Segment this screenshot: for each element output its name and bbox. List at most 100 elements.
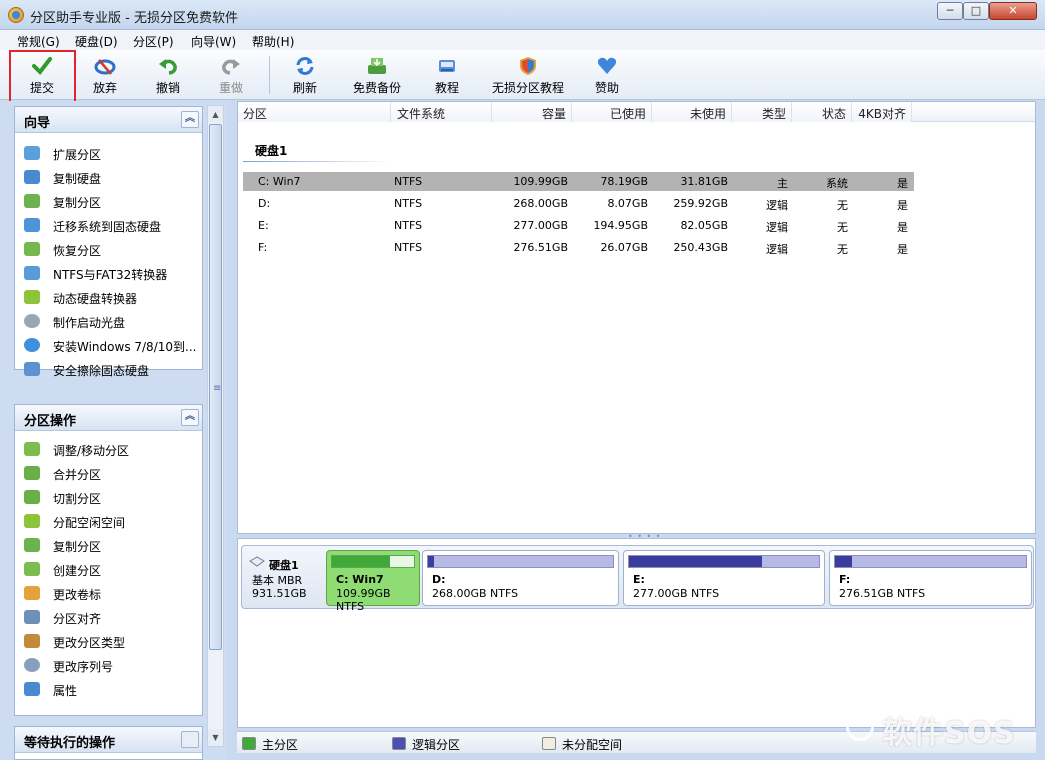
undo-button[interactable]: 撤销	[141, 50, 195, 100]
heart-icon	[597, 57, 617, 74]
usage-bar-c	[331, 555, 415, 568]
disk-group-title: 硬盘1	[255, 144, 288, 158]
wizard-title: 向导	[24, 116, 51, 131]
wizard-header: 向导 ︽	[15, 107, 202, 133]
lossless-tutorial-button[interactable]: 无损分区教程	[486, 50, 570, 100]
col-filesystem[interactable]: 文件系统	[391, 102, 492, 122]
redo-button[interactable]: 重做	[204, 50, 258, 100]
menu-wizard[interactable]: 向导(W)	[191, 33, 236, 50]
resize-icon	[24, 442, 40, 456]
menu-help[interactable]: 帮助(H)	[252, 33, 294, 50]
shield-icon	[520, 57, 536, 75]
collapse-wizard-button[interactable]: ︽	[181, 111, 199, 128]
tutorial-button[interactable]: 教程	[420, 50, 474, 100]
partition-ops-group: 分区操作 ︽ 调整/移动分区 合并分区 切割分区 分配空闲空间 复制分区 创建分…	[14, 404, 203, 716]
lossless-tutorial-label: 无损分区教程	[491, 81, 564, 95]
backup-label: 免费备份	[352, 81, 401, 95]
usage-fill-f	[835, 556, 853, 567]
discard-button[interactable]: 放弃	[78, 50, 132, 100]
undo-label: 撤销	[155, 81, 180, 95]
usage-bar-e	[628, 555, 820, 568]
properties-icon	[24, 682, 40, 696]
left-scrollbar[interactable]: ▲ ≡ ▼	[207, 105, 224, 747]
checkmark-icon	[32, 57, 52, 76]
disk-map-panel: 硬盘1 基本 MBR 931.51GB C: Win7 109.99GB NTF…	[237, 538, 1036, 728]
disk-map-partition-c[interactable]: C: Win7 109.99GB NTFS	[326, 550, 420, 613]
tutorial-label: 教程	[434, 81, 459, 95]
recover-icon	[24, 242, 40, 256]
convert-icon	[24, 266, 40, 280]
col-status[interactable]: 状态	[792, 102, 852, 122]
legend-primary-swatch	[242, 737, 256, 750]
copy-partition-icon	[24, 194, 40, 208]
refresh-icon	[296, 57, 314, 75]
menu-partition[interactable]: 分区(P)	[133, 33, 174, 50]
scroll-up-button[interactable]: ▲	[208, 106, 223, 123]
dynamic-disk-icon	[24, 290, 40, 304]
copy-icon	[24, 538, 40, 552]
usage-bar-f	[834, 555, 1027, 568]
backup-button[interactable]: 免费备份	[344, 50, 410, 100]
submit-label: 提交	[29, 81, 54, 95]
disk-group-underline	[243, 161, 393, 162]
app-icon	[8, 7, 24, 23]
pending-ops-header: 等待执行的操作	[15, 727, 202, 753]
scroll-thumb[interactable]: ≡	[209, 124, 222, 650]
type-icon	[24, 634, 40, 648]
partition-list: 分区 文件系统 容量 已使用 未使用 类型 状态 4KB对齐 硬盘1 C: Wi…	[237, 101, 1036, 534]
left-panel: 向导 ︽ 扩展分区 复制硬盘 复制分区 迁移系统到固态硬盘 恢复分区 NTFS与…	[0, 101, 227, 760]
label-icon	[24, 586, 40, 600]
disk-size: 931.51GB	[252, 587, 307, 600]
col-capacity[interactable]: 容量	[492, 102, 572, 122]
partition-row-e[interactable]: E: NTFS 277.00GB 194.95GB 82.05GB 逻辑 无 是	[243, 216, 914, 235]
discard-label: 放弃	[92, 81, 117, 95]
allocate-icon	[24, 514, 40, 528]
create-icon	[24, 562, 40, 576]
minimize-button[interactable]: ─	[937, 2, 963, 20]
toolbar-separator	[269, 56, 270, 94]
partition-ops-header: 分区操作 ︽	[15, 405, 202, 431]
partition-row-d[interactable]: D: NTFS 268.00GB 8.07GB 259.92GB 逻辑 无 是	[243, 194, 914, 213]
refresh-label: 刷新	[292, 81, 317, 95]
col-free[interactable]: 未使用	[652, 102, 732, 122]
menu-disk[interactable]: 硬盘(D)	[75, 33, 118, 50]
partition-row-c[interactable]: C: Win7 NTFS 109.99GB 78.19GB 31.81GB 主 …	[243, 172, 914, 191]
refresh-button[interactable]: 刷新	[278, 50, 332, 100]
toolbar: 提交 放弃 撤销 重做 刷新 免费备份 教程 无损分区教程 赞助	[0, 50, 1045, 100]
menu-general[interactable]: 常规(G)	[17, 33, 60, 50]
tutorial-icon	[439, 60, 455, 72]
donate-button[interactable]: 赞助	[580, 50, 634, 100]
disk-name: 硬盘1	[269, 559, 299, 572]
disk-info[interactable]: 硬盘1 基本 MBR 931.51GB	[242, 546, 326, 608]
title-bar: 分区助手专业版 - 无损分区免费软件 ─ □ ✕	[0, 0, 1045, 30]
backup-icon	[368, 58, 386, 74]
col-4k-align[interactable]: 4KB对齐	[852, 102, 912, 122]
partition-row-f[interactable]: F: NTFS 276.51GB 26.07GB 250.43GB 逻辑 无 是	[243, 238, 914, 257]
usage-bar-d	[427, 555, 614, 568]
disk-map-partition-e[interactable]: E: 277.00GB NTFS	[623, 550, 825, 606]
merge-icon	[24, 466, 40, 480]
close-button[interactable]: ✕	[989, 2, 1037, 20]
menu-bar: 常规(G) 硬盘(D) 分区(P) 向导(W) 帮助(H)	[0, 30, 1045, 50]
collapse-partition-ops-button[interactable]: ︽	[181, 409, 199, 426]
watermark-text: 软件SOS	[882, 716, 1016, 751]
hard-disk-icon	[249, 556, 265, 567]
disk-map-partition-f[interactable]: F: 276.51GB NTFS	[829, 550, 1032, 606]
collapse-pending-button[interactable]	[181, 731, 199, 748]
redo-icon	[222, 59, 240, 75]
erase-icon	[24, 362, 40, 376]
split-icon	[24, 490, 40, 504]
legend-unallocated-swatch	[542, 737, 556, 750]
col-type[interactable]: 类型	[732, 102, 792, 122]
window-title: 分区助手专业版 - 无损分区免费软件	[30, 11, 238, 26]
pending-ops-group: 等待执行的操作	[14, 726, 203, 760]
submit-button[interactable]: 提交	[14, 50, 70, 100]
col-partition[interactable]: 分区	[238, 102, 391, 122]
usage-fill-d	[428, 556, 434, 567]
maximize-button[interactable]: □	[963, 2, 989, 20]
serial-icon	[24, 658, 40, 672]
disk-map-partition-d[interactable]: D: 268.00GB NTFS	[422, 550, 619, 606]
col-used[interactable]: 已使用	[572, 102, 652, 122]
scroll-down-button[interactable]: ▼	[208, 729, 223, 746]
windows-icon	[24, 338, 40, 352]
